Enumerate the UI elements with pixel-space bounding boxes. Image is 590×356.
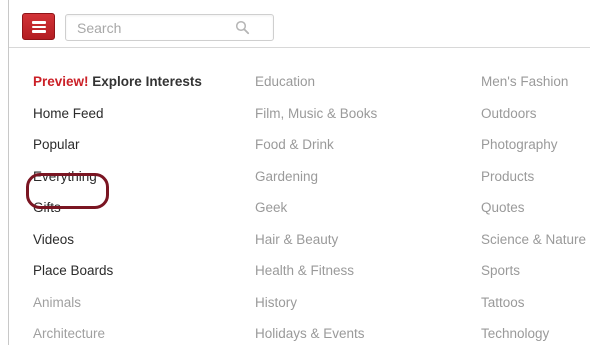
category-column-3: Men's Fashion Outdoors Photography Produ…: [481, 72, 586, 356]
menu-item-popular[interactable]: Popular: [33, 135, 202, 167]
category-item-products[interactable]: Products: [481, 167, 586, 199]
category-item-technology[interactable]: Technology: [481, 324, 586, 356]
category-item-food-drink[interactable]: Food & Drink: [255, 135, 377, 167]
category-item-geek[interactable]: Geek: [255, 198, 377, 230]
menu-item-place-boards[interactable]: Place Boards: [33, 261, 202, 293]
search-input[interactable]: [66, 15, 236, 40]
menu-item-everything[interactable]: Everything: [33, 167, 202, 199]
category-item-health-fitness[interactable]: Health & Fitness: [255, 261, 377, 293]
category-item-gardening[interactable]: Gardening: [255, 167, 377, 199]
explore-interests-label: Explore Interests: [92, 74, 202, 89]
category-item-mens-fashion[interactable]: Men's Fashion: [481, 72, 586, 104]
category-item-animals[interactable]: Animals: [33, 293, 202, 325]
category-item-education[interactable]: Education: [255, 72, 377, 104]
category-column-2: Education Film, Music & Books Food & Dri…: [255, 72, 377, 356]
top-bar: [9, 0, 590, 48]
preview-explore-interests-item[interactable]: Preview! Explore Interests: [33, 72, 202, 104]
dropdown-menu: Preview! Explore Interests Home Feed Pop…: [9, 48, 590, 345]
category-item-hair-beauty[interactable]: Hair & Beauty: [255, 230, 377, 262]
hamburger-icon: [32, 21, 46, 33]
preview-label: Preview!: [33, 74, 89, 89]
menu-item-home-feed[interactable]: Home Feed: [33, 104, 202, 136]
menu-button[interactable]: [22, 13, 55, 40]
primary-menu-column: Preview! Explore Interests Home Feed Pop…: [33, 72, 202, 356]
category-item-outdoors[interactable]: Outdoors: [481, 104, 586, 136]
search-icon[interactable]: [235, 20, 250, 35]
category-item-sports[interactable]: Sports: [481, 261, 586, 293]
menu-item-videos[interactable]: Videos: [33, 230, 202, 262]
category-item-quotes[interactable]: Quotes: [481, 198, 586, 230]
category-item-science-nature[interactable]: Science & Nature: [481, 230, 586, 262]
menu-item-gifts[interactable]: Gifts: [33, 198, 202, 230]
category-item-history[interactable]: History: [255, 293, 377, 325]
category-item-holidays-events[interactable]: Holidays & Events: [255, 324, 377, 356]
search-box[interactable]: [65, 14, 274, 41]
category-item-film-music-books[interactable]: Film, Music & Books: [255, 104, 377, 136]
category-item-tattoos[interactable]: Tattoos: [481, 293, 586, 325]
category-item-architecture[interactable]: Architecture: [33, 324, 202, 356]
category-item-photography[interactable]: Photography: [481, 135, 586, 167]
